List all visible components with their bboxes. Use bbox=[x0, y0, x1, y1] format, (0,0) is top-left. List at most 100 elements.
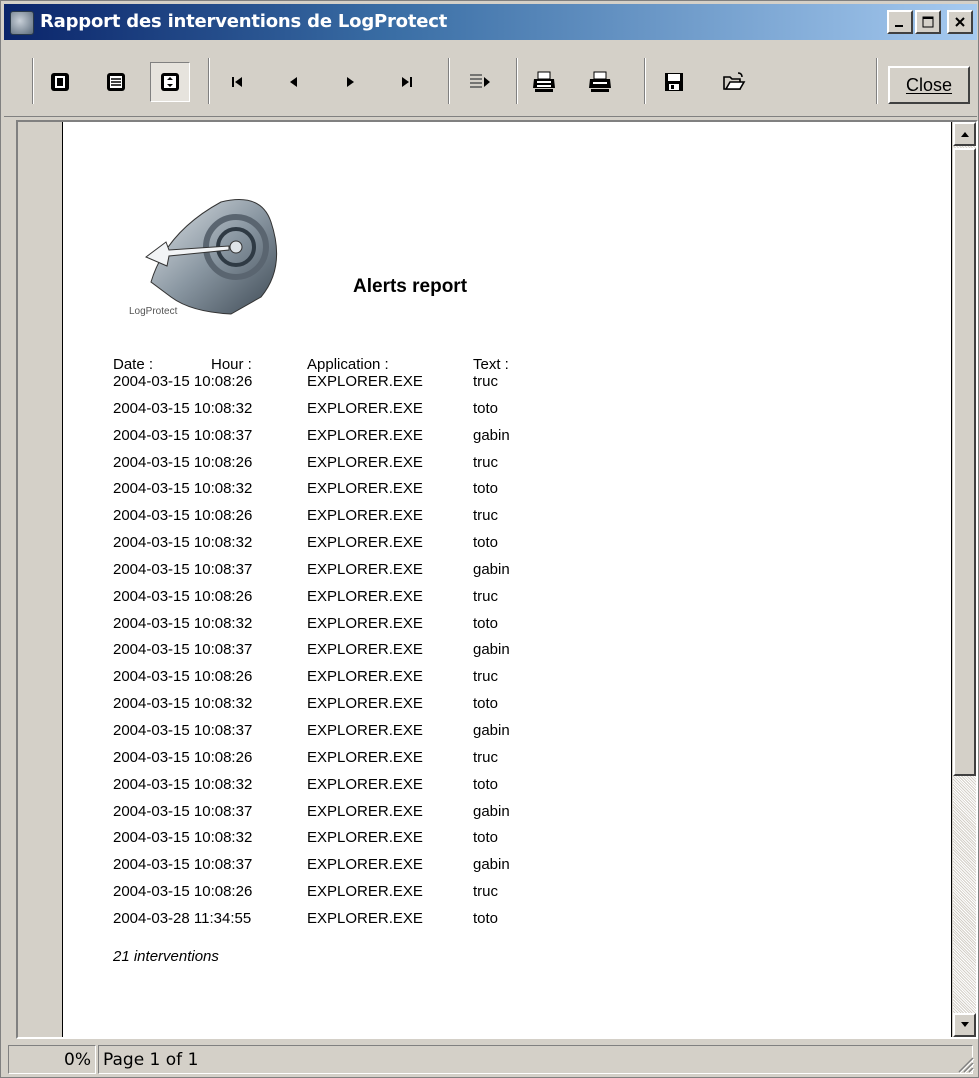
first-page-icon bbox=[232, 77, 242, 87]
row-text: truc bbox=[473, 883, 499, 901]
row-text: truc bbox=[473, 748, 499, 766]
report-title: Alerts report bbox=[353, 276, 468, 297]
resize-grip-icon[interactable] bbox=[955, 1054, 975, 1074]
toolbar: Close bbox=[4, 44, 977, 117]
multi-page-icon bbox=[107, 73, 125, 91]
row-datetime: 2004-03-15 10:08:37 bbox=[113, 721, 253, 739]
row-application: EXPLORER.EXE bbox=[307, 856, 423, 874]
fit-page-icon bbox=[161, 73, 179, 91]
row-application: EXPLORER.EXE bbox=[307, 909, 423, 927]
scroll-down-button[interactable] bbox=[953, 1013, 976, 1037]
row-application: EXPLORER.EXE bbox=[307, 480, 423, 498]
print-setup-icon bbox=[533, 71, 555, 92]
single-page-button[interactable] bbox=[40, 62, 80, 102]
minimize-icon bbox=[895, 25, 903, 27]
app-icon[interactable] bbox=[10, 11, 34, 35]
print-setup-button[interactable] bbox=[524, 62, 564, 102]
minimize-button[interactable] bbox=[887, 10, 913, 34]
first-page-button[interactable] bbox=[218, 62, 258, 102]
toolbar-separator bbox=[448, 58, 450, 104]
toolbar-separator bbox=[516, 58, 518, 104]
previous-page-button[interactable] bbox=[274, 62, 314, 102]
fit-page-button[interactable] bbox=[150, 62, 190, 102]
logo-text: LogProtect bbox=[129, 306, 178, 317]
close-report-button[interactable]: Close bbox=[888, 66, 970, 104]
row-application: EXPLORER.EXE bbox=[307, 695, 423, 713]
window-title: Rapport des interventions de LogProtect bbox=[40, 11, 448, 32]
save-button[interactable] bbox=[654, 62, 694, 102]
row-datetime: 2004-03-15 10:08:32 bbox=[113, 775, 253, 793]
row-datetime: 2004-03-15 10:08:32 bbox=[113, 614, 253, 632]
toolbar-separator bbox=[32, 58, 34, 104]
print-icon bbox=[589, 71, 611, 92]
header-application: Application : bbox=[307, 356, 389, 373]
row-text: toto bbox=[473, 829, 499, 847]
row-text: toto bbox=[473, 534, 499, 552]
row-datetime: 2004-03-15 10:08:26 bbox=[113, 507, 253, 525]
row-datetime: 2004-03-15 10:08:32 bbox=[113, 534, 253, 552]
go-to-page-icon bbox=[470, 74, 490, 88]
window-close-button[interactable] bbox=[947, 10, 973, 34]
row-datetime: 2004-03-15 10:08:32 bbox=[113, 399, 253, 417]
row-text: toto bbox=[473, 775, 499, 793]
row-application: EXPLORER.EXE bbox=[307, 587, 423, 605]
row-text: gabin bbox=[473, 641, 510, 659]
row-text: toto bbox=[473, 909, 499, 927]
header-text: Text : bbox=[473, 356, 509, 373]
arrow-up-icon bbox=[960, 132, 969, 137]
row-application: EXPLORER.EXE bbox=[307, 373, 423, 390]
row-text: toto bbox=[473, 480, 499, 498]
go-to-page-button[interactable] bbox=[460, 62, 500, 102]
row-text: gabin bbox=[473, 802, 510, 820]
open-icon bbox=[723, 72, 746, 90]
row-datetime: 2004-03-15 10:08:32 bbox=[113, 480, 253, 498]
row-application: EXPLORER.EXE bbox=[307, 453, 423, 471]
row-text: truc bbox=[473, 668, 499, 686]
row-application: EXPLORER.EXE bbox=[307, 426, 423, 444]
row-text: truc bbox=[473, 507, 499, 525]
maximize-button[interactable] bbox=[915, 10, 941, 34]
print-button[interactable] bbox=[580, 62, 620, 102]
row-datetime: 2004-03-15 10:08:26 bbox=[113, 373, 253, 390]
report-page: LogProtect Alerts report Date : Hour : A… bbox=[62, 122, 952, 1037]
row-datetime: 2004-03-15 10:08:32 bbox=[113, 695, 253, 713]
open-button[interactable] bbox=[714, 62, 754, 102]
row-datetime: 2004-03-15 10:08:37 bbox=[113, 426, 253, 444]
row-application: EXPLORER.EXE bbox=[307, 507, 423, 525]
row-datetime: 2004-03-15 10:08:26 bbox=[113, 883, 253, 901]
multi-page-button[interactable] bbox=[96, 62, 136, 102]
row-datetime: 2004-03-15 10:08:26 bbox=[113, 748, 253, 766]
row-text: truc bbox=[473, 587, 499, 605]
row-datetime: 2004-03-15 10:08:32 bbox=[113, 829, 253, 847]
row-application: EXPLORER.EXE bbox=[307, 775, 423, 793]
scroll-up-button[interactable] bbox=[953, 122, 976, 146]
maximize-icon bbox=[922, 16, 934, 28]
title-bar[interactable]: Rapport des interventions de LogProtect bbox=[4, 4, 977, 40]
close-button-label: Close bbox=[905, 74, 953, 95]
row-application: EXPLORER.EXE bbox=[307, 534, 423, 552]
row-datetime: 2004-03-15 10:08:26 bbox=[113, 587, 253, 605]
row-application: EXPLORER.EXE bbox=[307, 721, 423, 739]
interventions-count: 21 interventions bbox=[113, 948, 219, 965]
row-text: toto bbox=[473, 614, 499, 632]
row-application: EXPLORER.EXE bbox=[307, 829, 423, 847]
row-application: EXPLORER.EXE bbox=[307, 883, 423, 901]
last-page-button[interactable] bbox=[386, 62, 426, 102]
row-application: EXPLORER.EXE bbox=[307, 560, 423, 578]
report-window: Rapport des interventions de LogProtect bbox=[0, 0, 979, 1078]
scroll-thumb[interactable] bbox=[953, 148, 976, 776]
row-datetime: 2004-03-15 10:08:26 bbox=[113, 668, 253, 686]
row-text: toto bbox=[473, 695, 499, 713]
report-viewer: LogProtect Alerts report Date : Hour : A… bbox=[16, 120, 978, 1039]
row-application: EXPLORER.EXE bbox=[307, 614, 423, 632]
vertical-scrollbar[interactable] bbox=[953, 122, 976, 1037]
single-page-icon bbox=[51, 73, 69, 91]
close-icon bbox=[955, 17, 965, 27]
last-page-icon bbox=[402, 77, 412, 87]
progress-percent: 0% bbox=[8, 1045, 96, 1074]
next-page-button[interactable] bbox=[330, 62, 370, 102]
next-page-icon bbox=[347, 77, 354, 87]
row-datetime: 2004-03-15 10:08:37 bbox=[113, 560, 253, 578]
row-datetime: 2004-03-15 10:08:37 bbox=[113, 802, 253, 820]
row-text: gabin bbox=[473, 426, 510, 444]
